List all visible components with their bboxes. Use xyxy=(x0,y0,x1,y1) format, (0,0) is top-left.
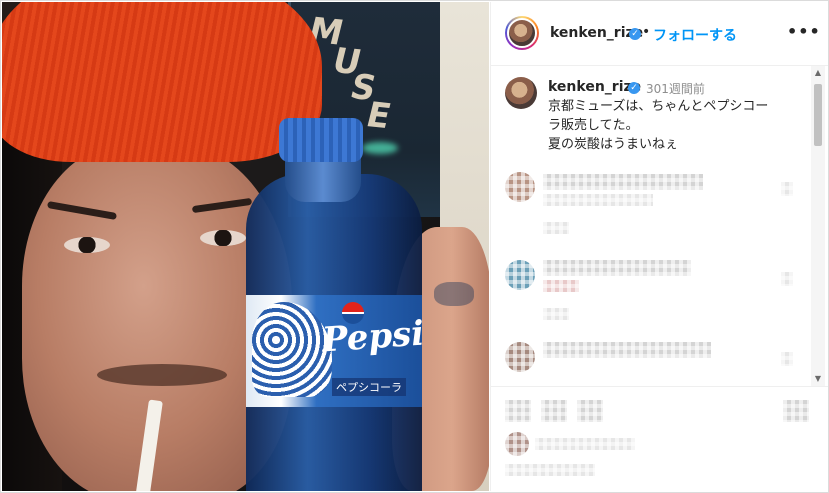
tattoo xyxy=(434,282,474,306)
blurred-comment-avatar xyxy=(505,342,535,372)
caption-line: ラ販売してた。 xyxy=(548,118,639,133)
eye-left xyxy=(64,237,110,253)
blurred-date-text xyxy=(505,464,595,476)
separator: • xyxy=(642,24,651,40)
instagram-embed: M U S E Pepsi ペプシコーラ kenken_rize ✓ • フォロ… xyxy=(0,0,829,493)
footer-divider xyxy=(491,386,828,387)
verified-badge-icon: ✓ xyxy=(628,82,640,94)
blurred-save-icon xyxy=(783,400,809,422)
blurred-likes-text xyxy=(535,438,635,450)
follow-button[interactable]: フォローする xyxy=(653,25,737,45)
blurred-like-icon xyxy=(781,352,793,366)
scroll-down-icon[interactable]: ▼ xyxy=(812,374,824,383)
post-photo[interactable]: M U S E Pepsi ペプシコーラ xyxy=(2,2,489,491)
scrollbar-thumb[interactable] xyxy=(814,84,822,146)
story-ring[interactable] xyxy=(505,16,539,50)
blurred-comment-text xyxy=(543,260,691,276)
bottle-brand-text: Pepsi xyxy=(320,313,426,361)
blurred-action-icon xyxy=(577,400,603,422)
teal-light xyxy=(362,142,398,154)
caption-avatar[interactable] xyxy=(505,77,537,109)
caption-line: 夏の炭酸はうまいねぇ xyxy=(548,137,679,152)
post-header: kenken_rize ✓ • フォローする ••• xyxy=(491,2,828,66)
avatar[interactable] xyxy=(507,18,537,48)
blurred-comment-text xyxy=(543,280,579,292)
blurred-comment-meta xyxy=(543,308,569,320)
blurred-comment-text xyxy=(543,174,703,190)
scroll-up-icon[interactable]: ▲ xyxy=(812,68,824,77)
blurred-comment-meta xyxy=(543,222,569,234)
post-side-panel: kenken_rize ✓ • フォローする ••• kenken_rize ✓… xyxy=(490,2,828,491)
blurred-like-avatar xyxy=(505,432,529,456)
caption-timestamp[interactable]: 301週間前 xyxy=(646,80,705,97)
blurred-like-icon xyxy=(781,182,793,196)
blurred-action-icon xyxy=(541,400,567,422)
caption-text: 京都ミューズは、ちゃんとペプシコー ラ販売してた。 夏の炭酸はうまいねぇ xyxy=(548,97,808,154)
blurred-comment-avatar xyxy=(505,260,535,290)
blurred-action-icon xyxy=(505,400,531,422)
red-beanie xyxy=(2,2,322,162)
verified-badge-icon: ✓ xyxy=(629,28,641,40)
blurred-comment-text xyxy=(543,194,653,206)
caption-line: 京都ミューズは、ちゃんとペプシコー xyxy=(548,99,769,114)
bottle-cap xyxy=(279,118,363,162)
bottle-label-text: ペプシコーラ xyxy=(332,378,406,396)
more-horizontal-icon[interactable]: ••• xyxy=(787,22,820,42)
blurred-like-icon xyxy=(781,272,793,286)
mustache xyxy=(97,364,227,386)
blurred-comment-text xyxy=(543,342,711,358)
eye-right xyxy=(200,230,246,246)
blurred-comment-avatar xyxy=(505,172,535,202)
